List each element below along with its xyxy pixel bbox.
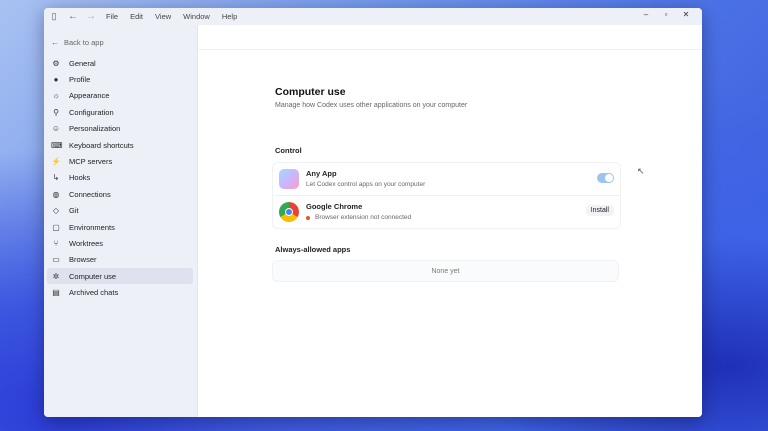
sidebar-item-label: Configuration (69, 107, 114, 117)
hook-icon: ↳ (52, 173, 60, 183)
sidebar-item-appearance[interactable]: ☼ Appearance (47, 88, 193, 104)
maximize-button[interactable]: ▫ (656, 10, 676, 19)
mouse-cursor-icon: ↖ (637, 166, 645, 176)
gear-icon: ⚙ (52, 58, 60, 68)
sidebar-item-label: Worktrees (69, 238, 104, 248)
sidebar-item-general[interactable]: ⚙ General (47, 55, 193, 71)
sidebar-item-keyboard-shortcuts[interactable]: ⌨ Keyboard shortcuts (47, 137, 193, 153)
git-icon: ◇ (52, 206, 60, 216)
forward-arrow-icon[interactable]: → (86, 11, 96, 22)
menu-file[interactable]: File (106, 12, 118, 21)
sidebar-toggle-icon[interactable]: ▯ (49, 11, 59, 22)
smile-icon: ☺ (51, 124, 61, 134)
sidebar-item-label: Hooks (69, 173, 91, 183)
control-row-any-app: Any App Let Codex control apps on your c… (273, 163, 620, 195)
globe-icon: ◍ (52, 189, 60, 199)
sidebar-item-mcp-servers[interactable]: ⚡ MCP servers (47, 153, 193, 169)
sidebar-item-label: Git (69, 206, 79, 216)
sidebar-item-git[interactable]: ◇ Git (47, 203, 193, 219)
menu-bar: File Edit View Window Help (106, 12, 249, 21)
browser-icon: ▭ (52, 255, 60, 265)
title-bar: ▯ ← → File Edit View Window Help ‒ ▫ ✕ (44, 8, 702, 25)
plug-icon: ⚡ (51, 157, 61, 167)
sidebar-item-profile[interactable]: ● Profile (47, 71, 193, 87)
chrome-desc-text: Browser extension not connected (315, 214, 412, 221)
back-label: Back to app (64, 38, 104, 47)
sliders-icon: ⚲ (53, 107, 59, 117)
sidebar-item-label: MCP servers (69, 157, 113, 167)
sidebar-item-browser[interactable]: ▭ Browser (47, 252, 193, 268)
sidebar-item-label: Keyboard shortcuts (69, 140, 134, 150)
branch-icon: ⑂ (53, 238, 59, 248)
header-divider (198, 49, 702, 50)
sidebar-item-worktrees[interactable]: ⑂ Worktrees (47, 235, 193, 251)
keyboard-icon: ⌨ (51, 140, 63, 150)
menu-window[interactable]: Window (183, 12, 210, 21)
sidebar-item-configuration[interactable]: ⚲ Configuration (47, 104, 193, 120)
any-app-desc: Let Codex control apps on your computer (306, 181, 425, 188)
sidebar-item-computer-use[interactable]: ✲ Computer use (47, 268, 193, 285)
status-dot-icon (306, 215, 310, 220)
sidebar-item-label: Computer use (69, 271, 117, 281)
any-app-icon (279, 169, 299, 189)
box-icon: ▢ (52, 222, 60, 232)
chrome-desc: Browser extension not connected (306, 214, 411, 221)
chrome-title: Google Chrome (306, 202, 363, 211)
any-app-desc-text: Let Codex control apps on your computer (306, 181, 426, 188)
settings-content: Computer use Manage how Codex uses other… (197, 25, 702, 417)
cursor-sparkle-icon: ✲ (52, 271, 60, 281)
settings-nav: ⚙ General ● Profile ☼ Appearance ⚲ Configura… (47, 55, 193, 301)
close-button[interactable]: ✕ (676, 10, 696, 19)
sidebar-item-environments[interactable]: ▢ Environments (47, 219, 193, 235)
window-controls: ‒ ▫ ✕ (636, 10, 696, 19)
sidebar-item-label: Appearance (69, 91, 110, 101)
back-to-app-link[interactable]: ← Back to app (51, 38, 104, 47)
sun-icon: ☼ (52, 91, 60, 101)
control-heading: Control (275, 146, 302, 155)
back-arrow-icon[interactable]: ← (68, 11, 78, 22)
sidebar-item-label: Environments (69, 222, 115, 232)
app-window: ▯ ← → File Edit View Window Help ‒ ▫ ✕ ←… (44, 8, 702, 417)
sidebar-item-label: Personalization (69, 124, 121, 134)
sidebar-item-archived-chats[interactable]: ▤ Archived chats (47, 284, 193, 300)
control-card: Any App Let Codex control apps on your c… (272, 162, 621, 229)
install-button[interactable]: Install (585, 205, 614, 216)
control-row-google-chrome: Google Chrome Browser extension not conn… (273, 195, 620, 228)
archive-icon: ▤ (52, 288, 60, 298)
sidebar-item-connections[interactable]: ◍ Connections (47, 186, 193, 202)
sidebar-item-label: Archived chats (69, 288, 119, 298)
sidebar-item-hooks[interactable]: ↳ Hooks (47, 170, 193, 186)
settings-sidebar: ← Back to app ⚙ General ● Profile ☼ Appeara… (44, 25, 197, 417)
menu-view[interactable]: View (155, 12, 171, 21)
sidebar-item-personalization[interactable]: ☺ Personalization (47, 121, 193, 137)
arrow-left-icon: ← (51, 38, 59, 47)
menu-edit[interactable]: Edit (130, 12, 143, 21)
any-app-title: Any App (306, 169, 337, 178)
chrome-icon (279, 202, 299, 222)
user-icon: ● (53, 75, 59, 85)
allowed-apps-empty: None yet (272, 260, 619, 282)
menu-help[interactable]: Help (222, 12, 237, 21)
sidebar-item-label: Profile (69, 75, 91, 85)
sidebar-item-label: Browser (69, 255, 97, 265)
page-subtitle: Manage how Codex uses other applications… (275, 102, 468, 109)
sidebar-item-label: General (69, 58, 96, 68)
sidebar-item-label: Connections (69, 189, 111, 199)
any-app-toggle[interactable] (597, 173, 614, 183)
minimize-button[interactable]: ‒ (636, 10, 656, 19)
allowed-apps-heading: Always-allowed apps (275, 245, 351, 254)
page-title: Computer use (275, 86, 346, 98)
